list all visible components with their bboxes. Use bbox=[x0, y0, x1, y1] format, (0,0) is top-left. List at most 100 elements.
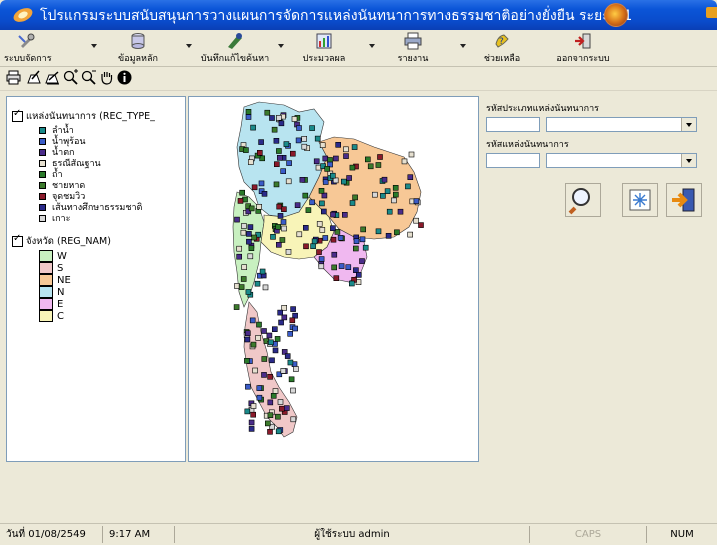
site-marker[interactable] bbox=[234, 283, 240, 289]
site-marker[interactable] bbox=[273, 137, 280, 144]
site-marker[interactable] bbox=[407, 174, 414, 180]
site-marker[interactable] bbox=[236, 253, 243, 260]
site-marker[interactable] bbox=[351, 144, 358, 150]
site-marker[interactable] bbox=[302, 192, 309, 199]
site-marker[interactable] bbox=[287, 331, 293, 337]
site-marker[interactable] bbox=[322, 179, 329, 185]
site-marker[interactable] bbox=[318, 188, 325, 194]
site-marker[interactable] bbox=[319, 227, 326, 233]
site-marker[interactable] bbox=[330, 172, 336, 179]
site-marker[interactable] bbox=[277, 213, 284, 219]
site-marker[interactable] bbox=[279, 237, 286, 243]
chevron-down-icon[interactable] bbox=[681, 154, 696, 167]
site-marker[interactable] bbox=[269, 357, 275, 364]
layer-edit-icon[interactable] bbox=[44, 69, 61, 86]
site-marker[interactable] bbox=[276, 203, 282, 210]
site-marker[interactable] bbox=[321, 192, 328, 199]
site-marker[interactable] bbox=[277, 399, 284, 405]
site-marker[interactable] bbox=[256, 321, 262, 328]
site-marker[interactable] bbox=[341, 178, 347, 185]
site-marker[interactable] bbox=[303, 225, 309, 231]
site-marker[interactable] bbox=[272, 388, 279, 394]
site-marker[interactable] bbox=[319, 200, 325, 207]
site-marker[interactable] bbox=[276, 242, 282, 248]
site-marker[interactable] bbox=[258, 180, 265, 187]
site-marker[interactable] bbox=[268, 339, 274, 346]
site-marker[interactable] bbox=[278, 319, 284, 326]
site-marker[interactable] bbox=[321, 208, 327, 215]
site-marker[interactable] bbox=[234, 216, 240, 223]
rec-type-select[interactable] bbox=[546, 117, 697, 132]
site-marker[interactable] bbox=[270, 392, 277, 399]
site-marker[interactable] bbox=[413, 217, 419, 224]
site-marker[interactable] bbox=[380, 193, 386, 199]
site-marker[interactable] bbox=[233, 304, 240, 310]
site-marker[interactable] bbox=[359, 236, 366, 243]
layer-visible-checkbox[interactable] bbox=[12, 233, 23, 247]
site-marker[interactable] bbox=[280, 219, 287, 225]
site-marker[interactable] bbox=[257, 149, 263, 156]
site-marker[interactable] bbox=[296, 231, 303, 238]
site-marker[interactable] bbox=[330, 211, 336, 218]
site-marker[interactable] bbox=[314, 135, 321, 142]
zoom-out-icon[interactable] bbox=[80, 69, 97, 86]
site-marker[interactable] bbox=[349, 280, 355, 287]
site-marker[interactable] bbox=[244, 357, 250, 364]
site-marker[interactable] bbox=[356, 272, 362, 278]
site-marker[interactable] bbox=[259, 268, 266, 275]
site-marker[interactable] bbox=[384, 188, 391, 194]
site-marker[interactable] bbox=[365, 156, 371, 163]
site-marker[interactable] bbox=[256, 385, 263, 391]
site-marker[interactable] bbox=[346, 175, 352, 181]
site-marker[interactable] bbox=[311, 238, 318, 245]
site-marker[interactable] bbox=[287, 359, 294, 366]
menu-logout[interactable]: ออกจากระบบ bbox=[552, 30, 614, 66]
site-marker[interactable] bbox=[245, 109, 252, 115]
site-marker[interactable] bbox=[267, 399, 274, 406]
site-marker[interactable] bbox=[345, 264, 352, 270]
rec-site-code-input[interactable] bbox=[486, 153, 540, 168]
site-marker[interactable] bbox=[285, 178, 292, 185]
site-marker[interactable] bbox=[248, 419, 255, 426]
site-marker[interactable] bbox=[277, 154, 283, 161]
site-marker[interactable] bbox=[290, 387, 296, 394]
site-marker[interactable] bbox=[333, 155, 339, 162]
site-marker[interactable] bbox=[239, 189, 246, 196]
legend-layer-province[interactable]: จังหวัด (REG_NAM) bbox=[12, 233, 111, 249]
site-marker[interactable] bbox=[294, 202, 301, 208]
site-marker[interactable] bbox=[271, 126, 278, 133]
site-marker[interactable] bbox=[397, 208, 404, 215]
site-marker[interactable] bbox=[261, 328, 267, 334]
site-marker[interactable] bbox=[418, 222, 424, 228]
site-marker[interactable] bbox=[276, 148, 282, 154]
site-marker[interactable] bbox=[272, 347, 279, 354]
site-marker[interactable] bbox=[245, 289, 252, 295]
site-marker[interactable] bbox=[301, 135, 307, 142]
site-marker[interactable] bbox=[272, 326, 278, 332]
site-marker[interactable] bbox=[324, 166, 330, 172]
site-marker[interactable] bbox=[408, 151, 415, 158]
site-marker[interactable] bbox=[248, 205, 255, 212]
site-marker[interactable] bbox=[248, 426, 255, 432]
site-marker[interactable] bbox=[281, 305, 287, 311]
site-marker[interactable] bbox=[261, 356, 268, 362]
site-marker[interactable] bbox=[277, 309, 283, 316]
site-marker[interactable] bbox=[296, 125, 302, 131]
close-button[interactable] bbox=[666, 183, 702, 217]
site-marker[interactable] bbox=[267, 373, 273, 380]
site-marker[interactable] bbox=[254, 280, 261, 287]
site-marker[interactable] bbox=[332, 177, 339, 184]
site-marker[interactable] bbox=[256, 204, 262, 210]
site-marker[interactable] bbox=[352, 194, 358, 201]
site-marker[interactable] bbox=[258, 139, 264, 145]
site-marker[interactable] bbox=[281, 314, 288, 321]
site-marker[interactable] bbox=[322, 155, 329, 162]
site-marker[interactable] bbox=[261, 372, 267, 378]
site-marker[interactable] bbox=[275, 224, 281, 230]
site-marker[interactable] bbox=[286, 160, 292, 166]
site-marker[interactable] bbox=[250, 403, 257, 409]
site-marker[interactable] bbox=[290, 306, 296, 312]
site-marker[interactable] bbox=[393, 191, 399, 198]
site-marker[interactable] bbox=[267, 428, 273, 435]
site-marker[interactable] bbox=[331, 251, 338, 258]
